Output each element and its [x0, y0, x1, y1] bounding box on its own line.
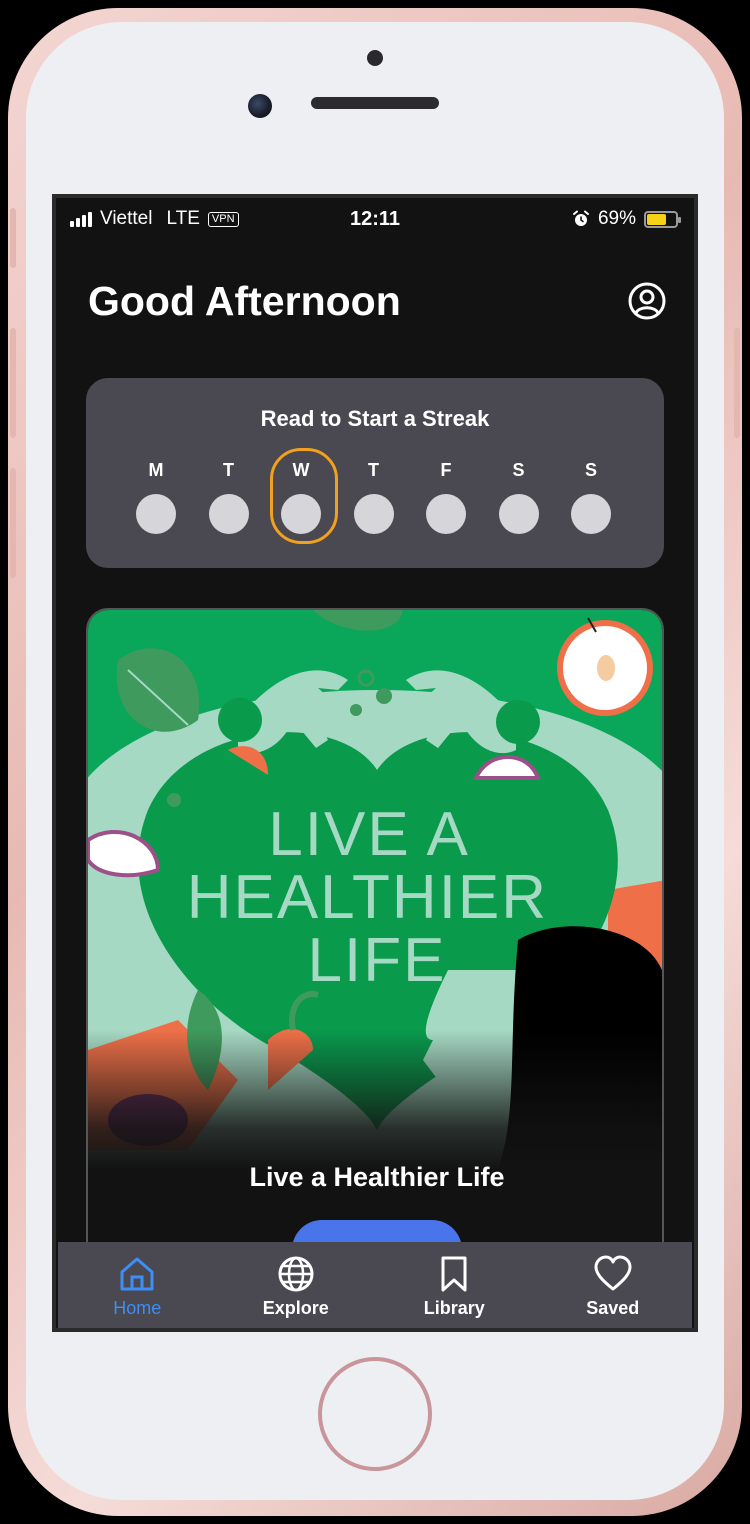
book-title: Live a Healthier Life — [249, 1162, 505, 1192]
heart-icon — [594, 1255, 632, 1291]
bookmark-icon — [441, 1256, 467, 1292]
day-dot — [426, 494, 466, 534]
tab-home[interactable]: Home — [58, 1242, 217, 1328]
day-letter: M — [148, 460, 164, 480]
day-dot — [136, 494, 176, 534]
page-title: Good Afternoon — [88, 278, 401, 324]
power-button — [734, 328, 740, 438]
day-dot — [208, 494, 249, 534]
day-dot — [353, 494, 394, 534]
cover-text-line: LIVE A — [268, 800, 468, 869]
tab-explore[interactable]: Explore — [217, 1242, 376, 1328]
volume-down-button — [10, 468, 16, 578]
day-letter: F — [440, 460, 452, 480]
tab-label: Home — [113, 1298, 162, 1318]
tab-label: Explore — [262, 1298, 329, 1318]
day-letter: T — [223, 460, 234, 480]
status-bar: Viettel LTE VPN 12:11 69% — [56, 198, 694, 242]
volume-up-button — [10, 328, 16, 438]
day-letter: T — [368, 460, 379, 480]
alarm-icon — [572, 210, 589, 226]
featured-book-card[interactable]: LIVE A HEALTHIER LIFE Live a Healthier L… — [86, 608, 664, 1328]
mute-switch — [10, 208, 16, 268]
day-friday[interactable]: F — [426, 458, 466, 534]
day-saturday[interactable]: S — [498, 458, 539, 534]
day-sunday[interactable]: S — [571, 458, 611, 534]
bottom-tab-bar: Home Explore Library Saved — [58, 1242, 692, 1328]
globe-icon — [278, 1256, 314, 1292]
day-letter: S — [584, 460, 597, 480]
app-screen: Viettel LTE VPN 12:11 69% Good Afternoon… — [52, 194, 698, 1332]
day-dot — [498, 494, 539, 534]
cover-text-line: HEALTHIER — [187, 863, 548, 932]
weekday-row: M T W T F S S — [136, 448, 611, 544]
proximity-sensor — [367, 50, 383, 66]
day-dot — [281, 494, 321, 534]
day-dot — [571, 494, 611, 534]
battery-icon — [644, 210, 681, 228]
cover-gradient-overlay — [88, 1030, 662, 1170]
day-letter: S — [512, 460, 525, 480]
tab-label: Saved — [586, 1298, 640, 1318]
tab-library[interactable]: Library — [375, 1242, 534, 1328]
day-monday[interactable]: M — [136, 458, 176, 534]
day-letter: W — [292, 460, 310, 480]
day-thursday[interactable]: T — [353, 458, 394, 534]
streak-title: Read to Start a Streak — [260, 406, 490, 431]
user-circle-icon[interactable] — [628, 282, 666, 320]
home-icon — [120, 1257, 154, 1291]
front-camera — [248, 94, 272, 118]
battery-percent: 69% — [597, 208, 636, 229]
home-hardware-button[interactable] — [318, 1357, 432, 1471]
cover-text-line: LIFE — [308, 926, 447, 995]
streak-card[interactable]: Read to Start a Streak M T W T F S S — [86, 378, 664, 568]
day-wednesday-current[interactable]: W — [270, 448, 338, 544]
tab-saved[interactable]: Saved — [534, 1242, 693, 1328]
day-tuesday[interactable]: T — [208, 458, 249, 534]
earpiece-speaker — [311, 97, 439, 109]
tab-label: Library — [423, 1298, 485, 1318]
